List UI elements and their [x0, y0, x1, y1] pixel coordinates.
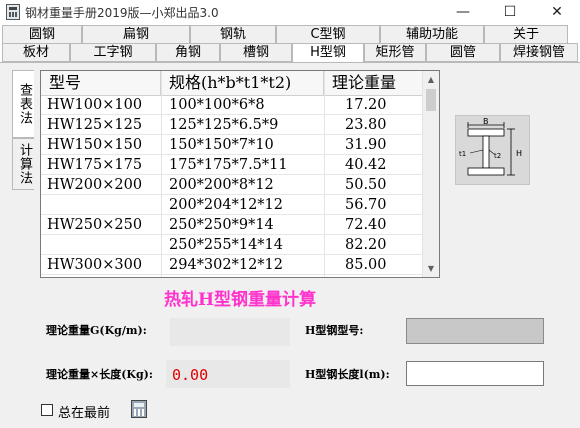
diagram-label-t1: t1	[459, 150, 466, 158]
tab-row-2: 板材 工字钢 角钢 槽钢 H型钢 矩形管 圆管 焊接钢管	[0, 43, 580, 63]
cell-weight: 85.00	[345, 257, 387, 273]
cell-spec: 250*255*14*14	[169, 237, 284, 253]
close-button[interactable]: ✕	[534, 0, 580, 24]
cell-model: HW200×200	[47, 177, 143, 193]
tab-about[interactable]: 关于	[484, 25, 568, 44]
table-row[interactable]: HW150×150 150*150*7*10 31.90	[41, 136, 424, 155]
cell-spec: 200*204*12*12	[169, 197, 284, 213]
cell-spec: 250*250*9*14	[169, 217, 274, 233]
diagram-label-h: H	[516, 149, 522, 158]
table-row[interactable]: HW125×125 125*125*6.5*9 23.80	[41, 116, 424, 135]
theoretical-weight-output	[170, 318, 290, 346]
tab-channel-steel[interactable]: 槽钢	[220, 43, 292, 62]
cell-weight: 82.20	[345, 237, 387, 253]
column-header-model[interactable]: 型号	[41, 71, 161, 96]
tab-round-tube[interactable]: 圆管	[426, 43, 500, 62]
tab-welded-pipe[interactable]: 焊接钢管	[500, 43, 578, 62]
table-row[interactable]: HW100×100 100*100*6*8 17.20	[41, 96, 424, 115]
cell-weight: 23.80	[345, 117, 387, 133]
maximize-button[interactable]: ☐	[487, 0, 533, 24]
always-on-top-checkbox[interactable]	[41, 404, 53, 416]
window-title: 钢材重量手册2019版—小郑出品3.0	[25, 6, 219, 20]
tab-rail[interactable]: 钢轨	[190, 25, 276, 44]
tab-round-steel[interactable]: 圆钢	[2, 25, 82, 44]
tab-i-beam[interactable]: 工字钢	[70, 43, 156, 62]
tab-c-steel[interactable]: C型钢	[276, 25, 380, 44]
cell-spec: 175*175*7.5*11	[169, 157, 288, 173]
length-input[interactable]	[406, 361, 544, 386]
cell-spec: 125*125*6.5*9	[169, 117, 279, 133]
theoretical-weight-label: 理论重量G(Kg/m):	[46, 324, 147, 337]
diagram-label-b: B	[483, 117, 489, 126]
column-header-weight[interactable]: 理论重量	[324, 71, 424, 96]
cell-model: HW175×175	[47, 157, 143, 173]
table-row[interactable]: HW175×175 175*175*7.5*11 40.42	[41, 156, 424, 175]
cell-weight: 72.40	[345, 217, 387, 233]
cell-weight: 17.20	[345, 97, 387, 113]
h-beam-cross-section-diagram: B H t1 t2	[455, 115, 530, 185]
cell-spec: 200*200*8*12	[169, 177, 274, 193]
cell-spec: 294*302*12*12	[169, 257, 284, 273]
calculation-heading: 热轧H型钢重量计算	[163, 290, 317, 310]
cell-model: HW250×250	[47, 217, 143, 233]
table-scrollbar[interactable]: ▲ ▼	[422, 71, 439, 277]
table-row[interactable]: HW200×200 200*200*8*12 50.50	[41, 176, 424, 195]
diagram-label-t2: t2	[494, 152, 501, 160]
tab-angle-steel[interactable]: 角钢	[156, 43, 220, 62]
table-row[interactable]: 250*255*14*14 82.20	[41, 236, 424, 255]
minimize-button[interactable]: —	[440, 0, 486, 24]
tab-aux-functions[interactable]: 辅助功能	[380, 25, 484, 44]
title-bar: 钢材重量手册2019版—小郑出品3.0 — ☐ ✕	[0, 0, 580, 24]
tab-plate[interactable]: 板材	[2, 43, 70, 62]
calculator-app-icon	[6, 4, 20, 20]
cell-spec: 150*150*7*10	[169, 137, 274, 153]
cell-spec: 100*100*6*8	[169, 97, 265, 113]
tab-h-beam[interactable]: H型钢	[292, 43, 364, 63]
tab-flat-steel[interactable]: 扁钢	[82, 25, 190, 44]
weight-times-length-label: 理论重量×长度(Kg):	[46, 368, 153, 381]
model-label: H型钢型号:	[305, 324, 364, 337]
calculator-icon[interactable]	[131, 400, 147, 418]
table-row[interactable]: HW300×300 294*302*12*12 85.00	[41, 256, 424, 275]
tab-row-1: 圆钢 扁钢 钢轨 C型钢 辅助功能 关于	[0, 25, 580, 44]
cell-model: HW150×150	[47, 137, 143, 153]
cell-weight: 40.42	[345, 157, 387, 173]
scroll-thumb[interactable]	[426, 89, 436, 111]
steel-table[interactable]: 型号 规格(h*b*t1*t2) 理论重量 HW100×100 100*100*6…	[40, 70, 440, 278]
column-header-spec[interactable]: 规格(h*b*t1*t2)	[161, 71, 324, 96]
table-row[interactable]: 200*204*12*12 56.70	[41, 196, 424, 215]
scroll-up-icon[interactable]: ▲	[423, 71, 439, 88]
cell-model: HW300×300	[47, 257, 143, 273]
scroll-down-icon[interactable]: ▼	[423, 260, 439, 277]
model-field[interactable]	[406, 318, 544, 344]
length-label: H型钢长度l(m):	[305, 368, 390, 381]
cell-model: HW125×125	[47, 117, 143, 133]
cell-weight: 50.50	[345, 177, 387, 193]
h-beam-diagram-svg: B H t1 t2	[459, 117, 522, 176]
cell-model: HW100×100	[47, 97, 143, 113]
always-on-top-label[interactable]: 总在最前	[58, 402, 110, 421]
tab-rect-tube[interactable]: 矩形管	[364, 43, 426, 62]
cell-weight: 31.90	[345, 137, 387, 153]
weight-times-length-value: 0.00	[172, 366, 209, 384]
side-tab-lookup[interactable]: 查表法	[12, 70, 34, 138]
table-row[interactable]: HW250×250 250*250*9*14 72.40	[41, 216, 424, 235]
side-tab-calculate[interactable]: 计算法	[12, 138, 34, 190]
cell-weight: 56.70	[345, 197, 387, 213]
